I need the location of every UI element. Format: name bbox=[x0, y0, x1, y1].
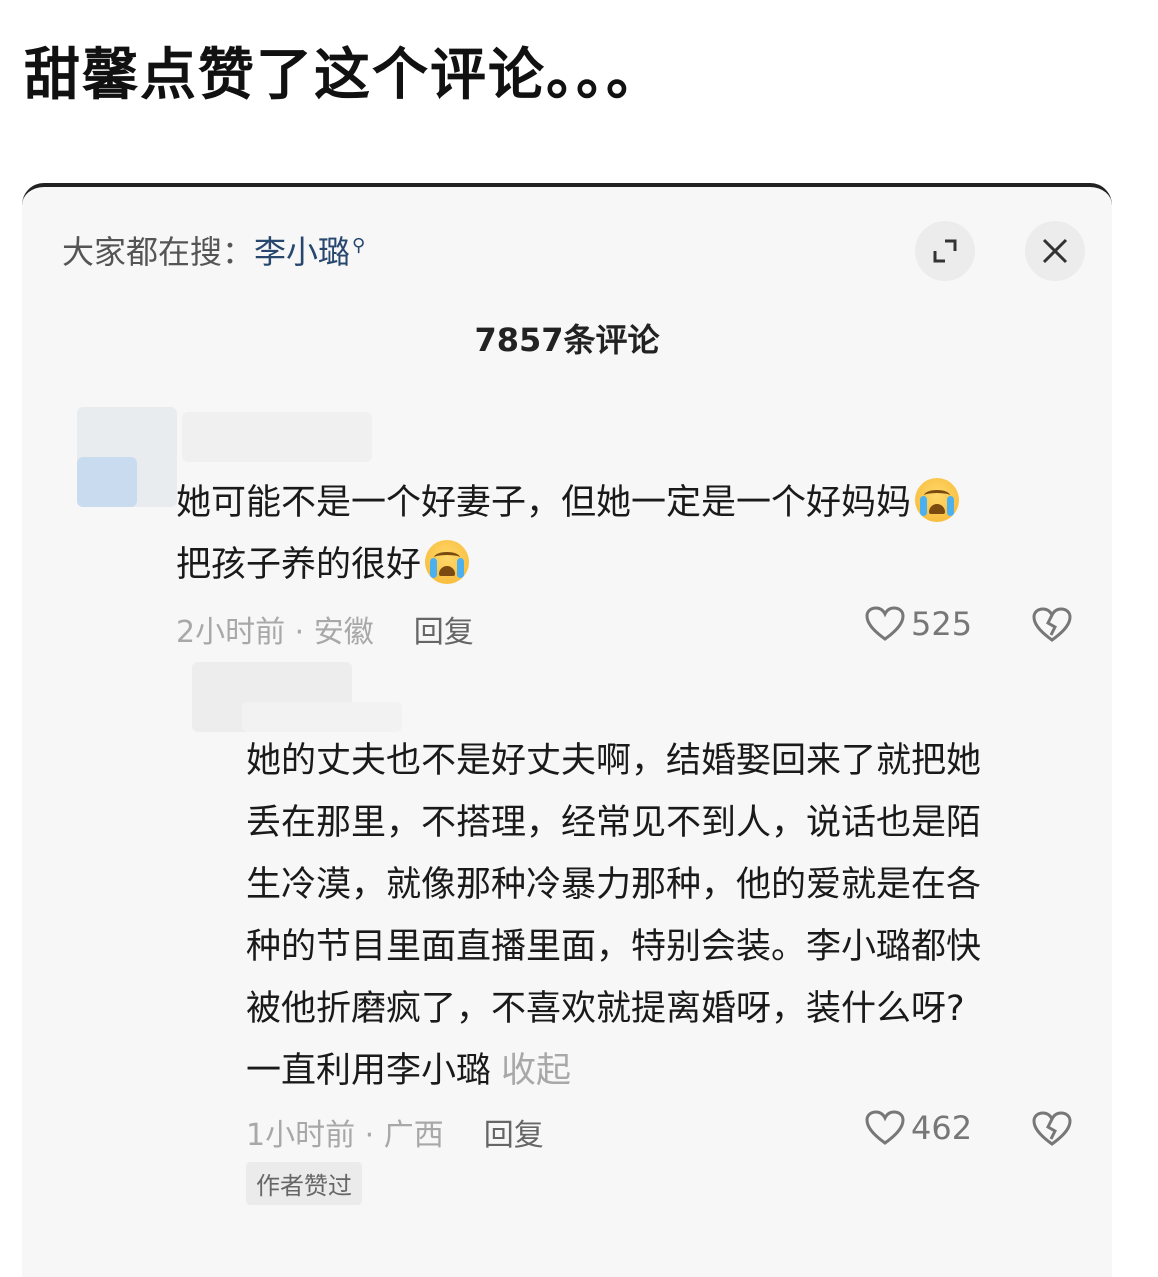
comment-2-text: 她的丈夫也不是好丈夫啊，结婚娶回来了就把她 丢在那里，不搭理，经常见不到人，说话… bbox=[246, 730, 1076, 1102]
comment-2-time-location: 1小时前 · 广西 bbox=[246, 1118, 444, 1153]
post-headline: 甜馨点赞了这个评论。。。 bbox=[24, 43, 664, 108]
comment-2-line-4: 种的节目里面直播里面，特别会装。李小璐都快 bbox=[246, 927, 982, 967]
heart-icon bbox=[865, 606, 905, 641]
search-suggestion[interactable]: 大家都在搜：李小璐 ⚲ bbox=[62, 227, 365, 273]
heart-icon bbox=[865, 1110, 905, 1145]
reply-username-blurred[interactable] bbox=[242, 702, 402, 732]
comment-panel: 大家都在搜：李小璐 ⚲ 7857条评论 她可能不是一个好妻子，但她一定是一个好妈妈… bbox=[22, 183, 1112, 1277]
comment-2-like-count: 462 bbox=[911, 1109, 973, 1147]
crying-face-emoji bbox=[425, 540, 470, 584]
comment-1-like-count: 525 bbox=[911, 605, 973, 643]
comment-2-line-3: 生冷漠，就像那种冷暴力那种，他的爱就是在各 bbox=[246, 865, 982, 905]
username-blurred[interactable] bbox=[182, 412, 372, 462]
comment-1-line-1: 她可能不是一个好妻子，但她一定是一个好妈妈 bbox=[176, 483, 912, 523]
comment-2-meta: 1小时前 · 广西 回复 bbox=[246, 1110, 544, 1154]
comment-1-text: 她可能不是一个好妻子，但她一定是一个好妈妈 把孩子养的很好 bbox=[176, 472, 1076, 596]
avatar-blurred-accent bbox=[77, 457, 137, 507]
comment-2-line-5: 被他折磨疯了，不喜欢就提离婚呀，装什么呀? bbox=[246, 989, 965, 1029]
broken-heart-icon bbox=[1032, 1111, 1072, 1146]
search-prefix: 大家都在搜： bbox=[62, 233, 255, 271]
comment-2-line-1: 她的丈夫也不是好丈夫啊，结婚娶回来了就把她 bbox=[246, 741, 982, 781]
collapse-link[interactable]: 收起 bbox=[501, 1051, 571, 1091]
crying-face-emoji bbox=[915, 478, 960, 522]
comment-1-like-button[interactable]: 525 bbox=[865, 605, 972, 643]
comment-2-line-6: 一直利用李小璐 bbox=[246, 1051, 492, 1091]
search-keyword[interactable]: 李小璐 bbox=[254, 233, 350, 271]
comment-1-dislike-button[interactable] bbox=[1032, 607, 1072, 647]
comment-1-meta: 2小时前 · 安徽 回复 bbox=[176, 607, 474, 651]
broken-heart-icon bbox=[1032, 607, 1072, 642]
author-liked-badge: 作者赞过 bbox=[246, 1162, 362, 1205]
close-button[interactable] bbox=[1025, 221, 1085, 281]
comment-1-reply-button[interactable]: 回复 bbox=[414, 615, 474, 650]
comment-count: 7857条评论 bbox=[474, 321, 660, 359]
search-icon: ⚲ bbox=[352, 235, 366, 257]
comment-2-like-button[interactable]: 462 bbox=[865, 1109, 972, 1147]
comment-1-time-location: 2小时前 · 安徽 bbox=[176, 615, 374, 650]
expand-button[interactable] bbox=[915, 221, 975, 281]
comment-2-dislike-button[interactable] bbox=[1032, 1111, 1072, 1151]
comment-2-reply-button[interactable]: 回复 bbox=[484, 1118, 544, 1153]
close-icon bbox=[1042, 238, 1068, 264]
comment-1-line-2: 把孩子养的很好 bbox=[176, 545, 422, 585]
expand-icon bbox=[933, 239, 957, 263]
comment-2-line-2: 丢在那里，不搭理，经常见不到人，说话也是陌 bbox=[246, 803, 982, 843]
